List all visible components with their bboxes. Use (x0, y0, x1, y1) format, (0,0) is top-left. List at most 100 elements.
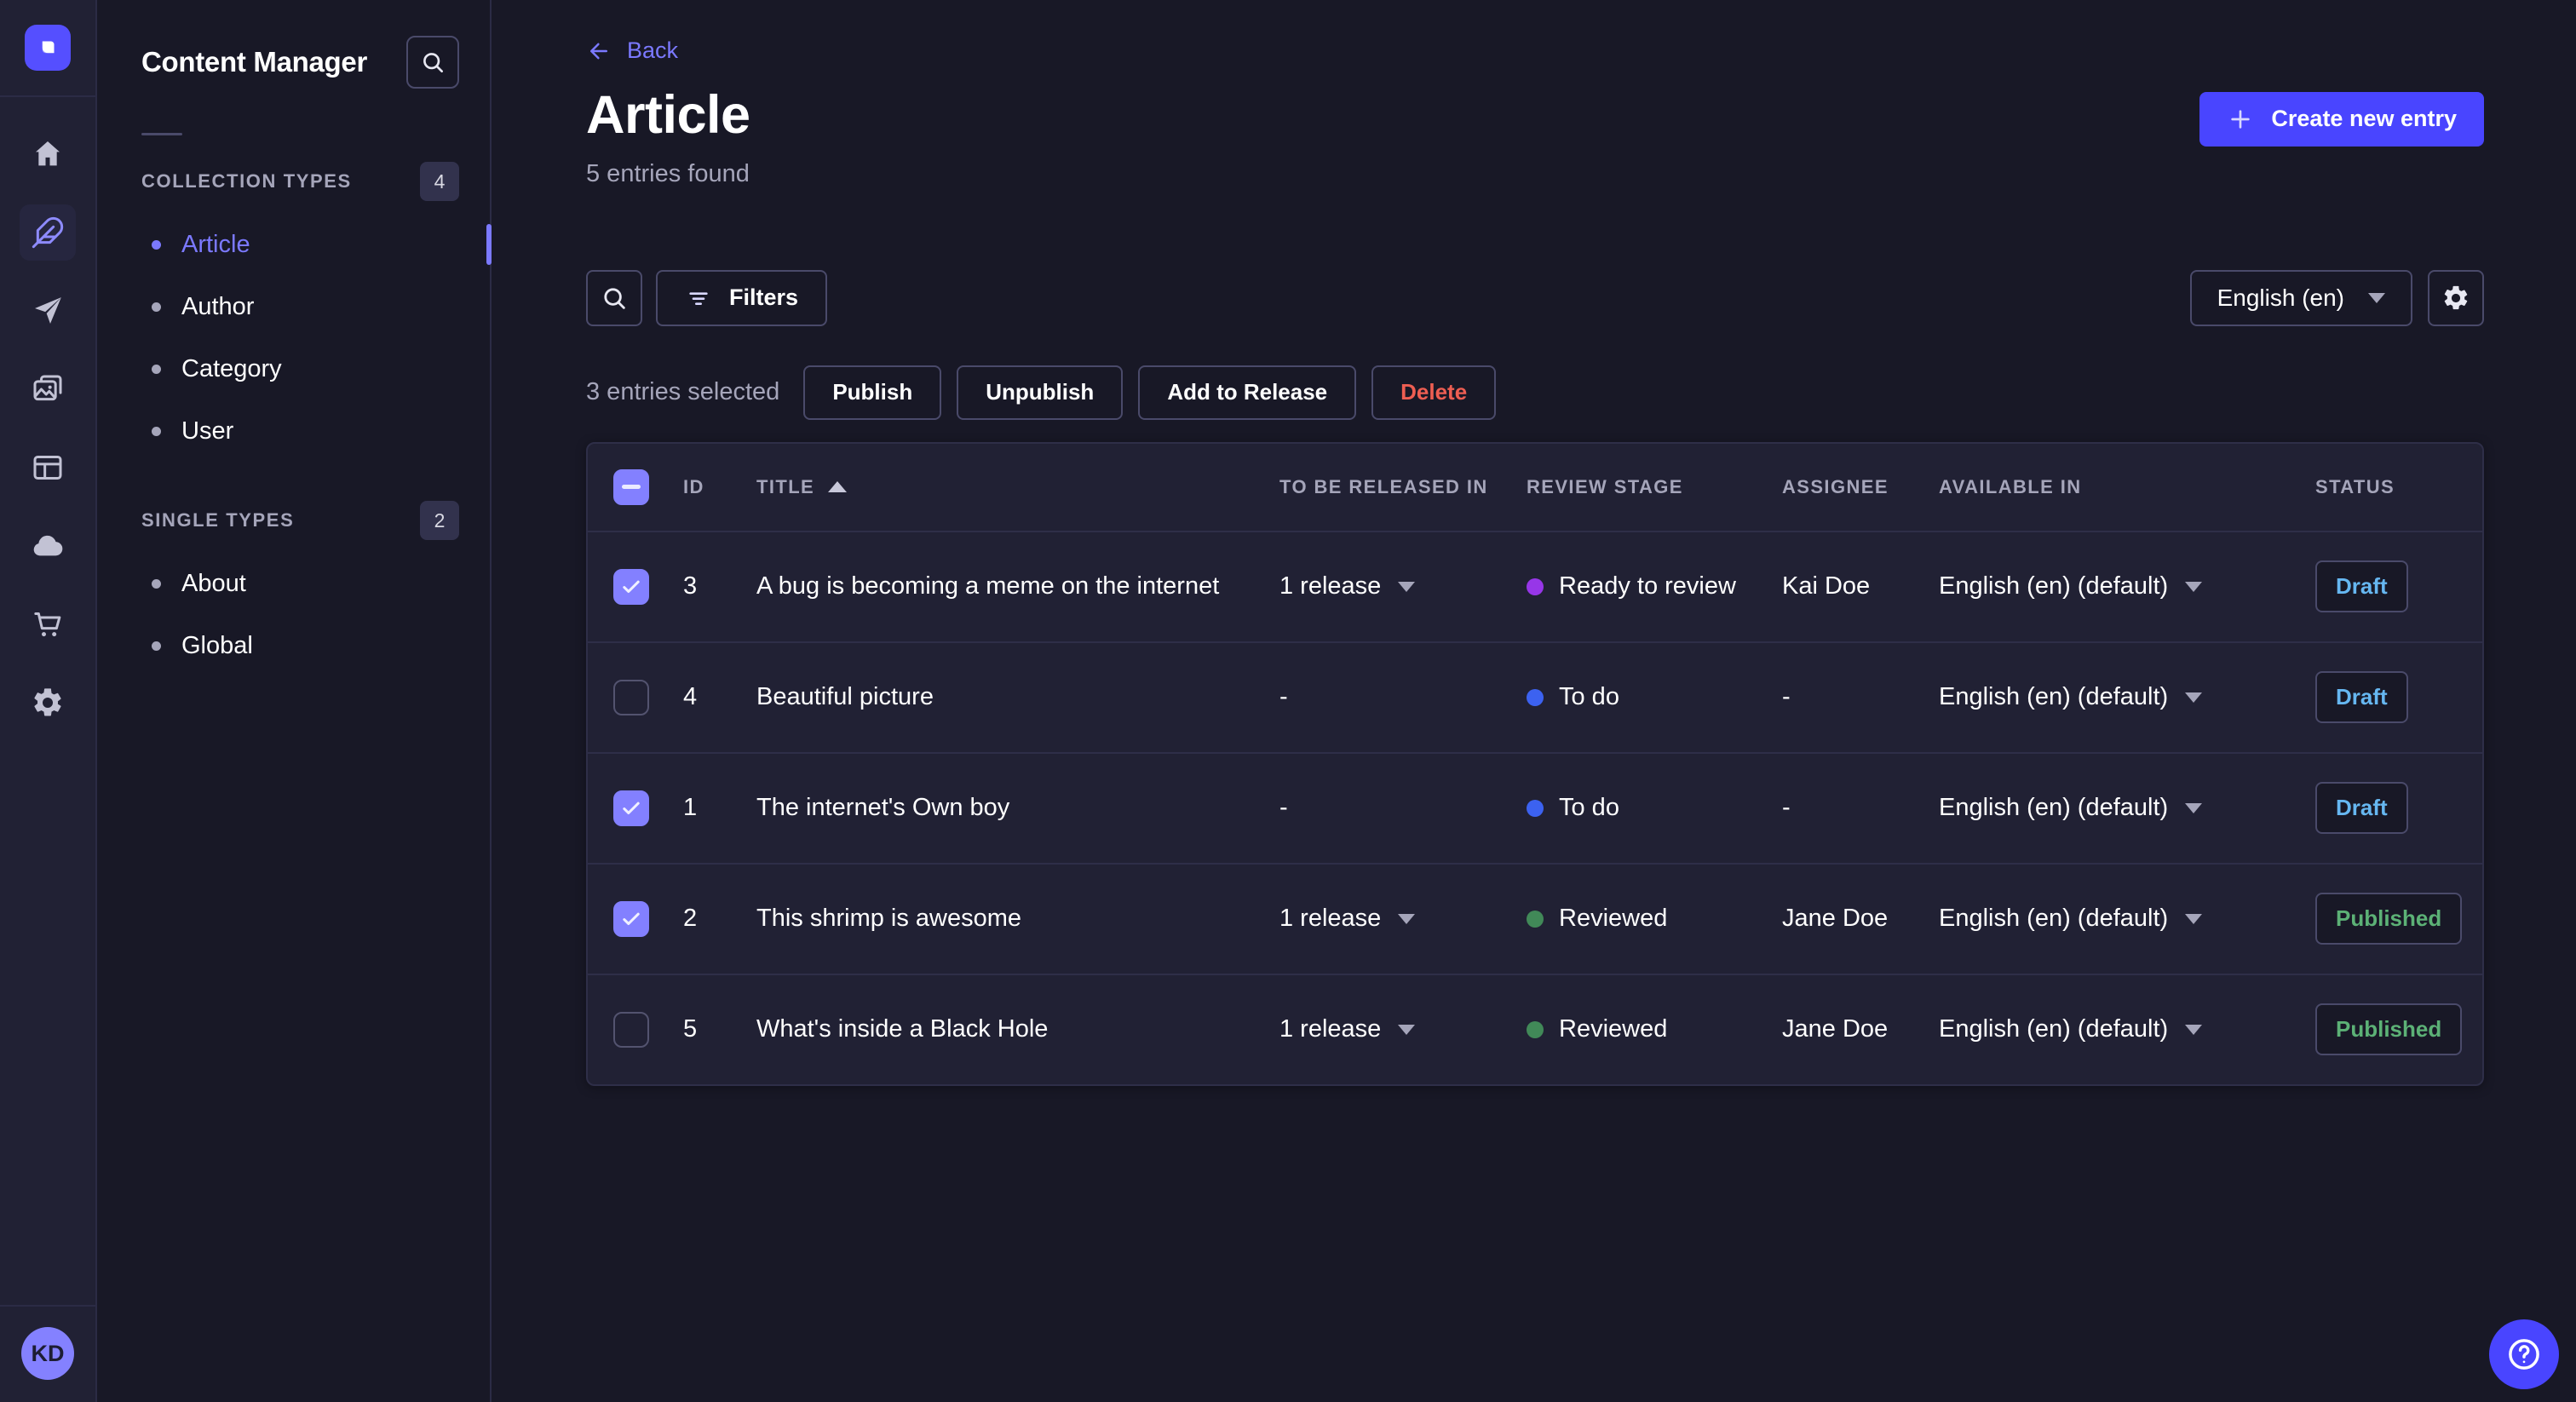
bullet-icon (152, 240, 161, 250)
table-row[interactable]: 5 What's inside a Black Hole 1 release R… (588, 973, 2482, 1084)
subnav-item-category[interactable]: Category (97, 338, 490, 400)
subnav-item-label: Author (181, 293, 255, 320)
row-checkbox[interactable] (613, 679, 649, 715)
cell-review-stage: Reviewed (1527, 905, 1782, 933)
locale-select[interactable]: English (en) (2189, 269, 2412, 326)
cell-available-in[interactable]: English (en) (default) (1939, 572, 2315, 600)
subnav-item-label: Category (181, 355, 282, 382)
rail-item-content-type-builder[interactable] (20, 440, 76, 496)
rail-item-media-library[interactable] (20, 361, 76, 417)
stage-label: Reviewed (1559, 1015, 1668, 1043)
subnav-item-about[interactable]: About (97, 553, 490, 615)
locale-label: English (en) (default) (1939, 572, 2169, 600)
table-row[interactable]: 4 Beautiful picture - To do - English (e… (588, 641, 2482, 752)
cell-status: Draft (2315, 671, 2482, 723)
strapi-mark-icon (42, 41, 55, 54)
rail-bottom: KD (0, 1305, 95, 1402)
section-count-badge: 4 (420, 162, 459, 201)
add-to-release-button[interactable]: Add to Release (1138, 365, 1357, 420)
table-row[interactable]: 2 This shrimp is awesome 1 release Revie… (588, 862, 2482, 974)
publish-button[interactable]: Publish (803, 365, 942, 420)
header-available-in[interactable]: AVAILABLE IN (1939, 476, 2315, 498)
rail-item-releases[interactable] (20, 283, 76, 339)
row-checkbox[interactable] (613, 1011, 649, 1048)
cell-available-in[interactable]: English (en) (default) (1939, 1015, 2315, 1043)
stage-label: Ready to review (1559, 572, 1736, 600)
section-items: About Global (97, 553, 490, 677)
select-all-checkbox[interactable] (613, 468, 649, 505)
delete-button[interactable]: Delete (1371, 365, 1497, 420)
search-icon (604, 287, 625, 309)
table-row[interactable]: 1 The internet's Own boy - To do - Engli… (588, 751, 2482, 863)
stage-dot-icon (1527, 688, 1544, 706)
search-button[interactable] (586, 269, 642, 326)
locale-caret-icon (2185, 1024, 2203, 1035)
subnav-section: SINGLE TYPES 2 About Global (97, 500, 490, 677)
cell-title: What's inside a Black Hole (756, 1015, 1049, 1043)
header-to-be-released-in[interactable]: TO BE RELEASED IN (1279, 476, 1527, 498)
sort-asc-icon (828, 481, 848, 492)
release-label: - (1279, 794, 1288, 821)
rail-item-marketplace[interactable] (20, 596, 76, 652)
subnav-search-button[interactable] (406, 36, 459, 89)
cell-assignee: Jane Doe (1782, 1015, 1889, 1043)
rail-items (20, 126, 76, 1305)
row-checkbox-cell (588, 1011, 683, 1048)
table-row[interactable]: 3 A bug is becoming a meme on the intern… (588, 530, 2482, 641)
unpublish-button[interactable]: Unpublish (957, 365, 1124, 420)
plus-icon (2231, 109, 2251, 129)
subnav-item-article[interactable]: Article (97, 214, 492, 276)
subnav-title: Content Manager (141, 46, 368, 78)
locale-caret-icon (2185, 581, 2203, 592)
filters-button[interactable]: Filters (656, 269, 828, 326)
subnav-item-user[interactable]: User (97, 400, 490, 463)
create-new-entry-label: Create new entry (2271, 106, 2457, 131)
header-review-stage[interactable]: REVIEW STAGE (1527, 476, 1782, 498)
row-checkbox[interactable] (613, 900, 649, 937)
header-id[interactable]: ID (683, 476, 756, 498)
subnav-item-author[interactable]: Author (97, 276, 490, 338)
subnav-divider (141, 133, 182, 135)
row-checkbox[interactable] (613, 790, 649, 826)
create-new-entry-button[interactable]: Create new entry (2199, 91, 2484, 147)
header-assignee[interactable]: ASSIGNEE (1782, 476, 1939, 498)
cell-available-in[interactable]: English (en) (default) (1939, 905, 2315, 933)
row-checkbox[interactable] (613, 568, 649, 605)
section-label: SINGLE TYPES (141, 509, 295, 531)
cell-release[interactable]: - (1279, 794, 1527, 822)
cell-assignee: Kai Doe (1782, 572, 1871, 600)
back-link[interactable]: Back (586, 37, 678, 64)
rail-item-settings[interactable] (20, 675, 76, 731)
rail-item-deploy[interactable] (20, 518, 76, 574)
cell-release[interactable]: - (1279, 683, 1527, 711)
arrow-left-icon (590, 43, 607, 59)
cell-assignee: - (1782, 794, 1791, 821)
cell-id: 5 (683, 1015, 698, 1043)
header-status[interactable]: STATUS (2315, 476, 2482, 498)
header-title[interactable]: TITLE (756, 476, 1279, 498)
filters-label: Filters (729, 284, 799, 310)
bullet-icon (152, 427, 161, 436)
cloud-icon (33, 535, 63, 556)
list-settings-button[interactable] (2428, 269, 2484, 326)
release-caret-icon (1398, 913, 1416, 924)
cell-release[interactable]: 1 release (1279, 905, 1527, 933)
chevron-down-icon (2368, 292, 2385, 303)
cell-available-in[interactable]: English (en) (default) (1939, 794, 2315, 822)
strapi-logo[interactable] (25, 25, 71, 71)
subnav-item-global[interactable]: Global (97, 615, 490, 677)
cell-available-in[interactable]: English (en) (default) (1939, 683, 2315, 711)
bullet-icon (152, 579, 161, 589)
section-items: Article Author Category User (97, 214, 492, 463)
avatar[interactable]: KD (21, 1327, 74, 1380)
header-checkbox-cell (588, 468, 683, 505)
rail-item-home[interactable] (20, 126, 76, 182)
rail-item-content-manager[interactable] (20, 204, 76, 261)
table-header-row: ID TITLE TO BE RELEASED IN REVIEW STAGE … (588, 444, 2482, 531)
cell-release[interactable]: 1 release (1279, 1015, 1527, 1043)
stage-label: Reviewed (1559, 905, 1668, 932)
locale-selected-label: English (en) (2217, 284, 2344, 311)
help-button[interactable] (2489, 1319, 2559, 1389)
cell-release[interactable]: 1 release (1279, 572, 1527, 600)
page-title: Article (586, 84, 750, 145)
